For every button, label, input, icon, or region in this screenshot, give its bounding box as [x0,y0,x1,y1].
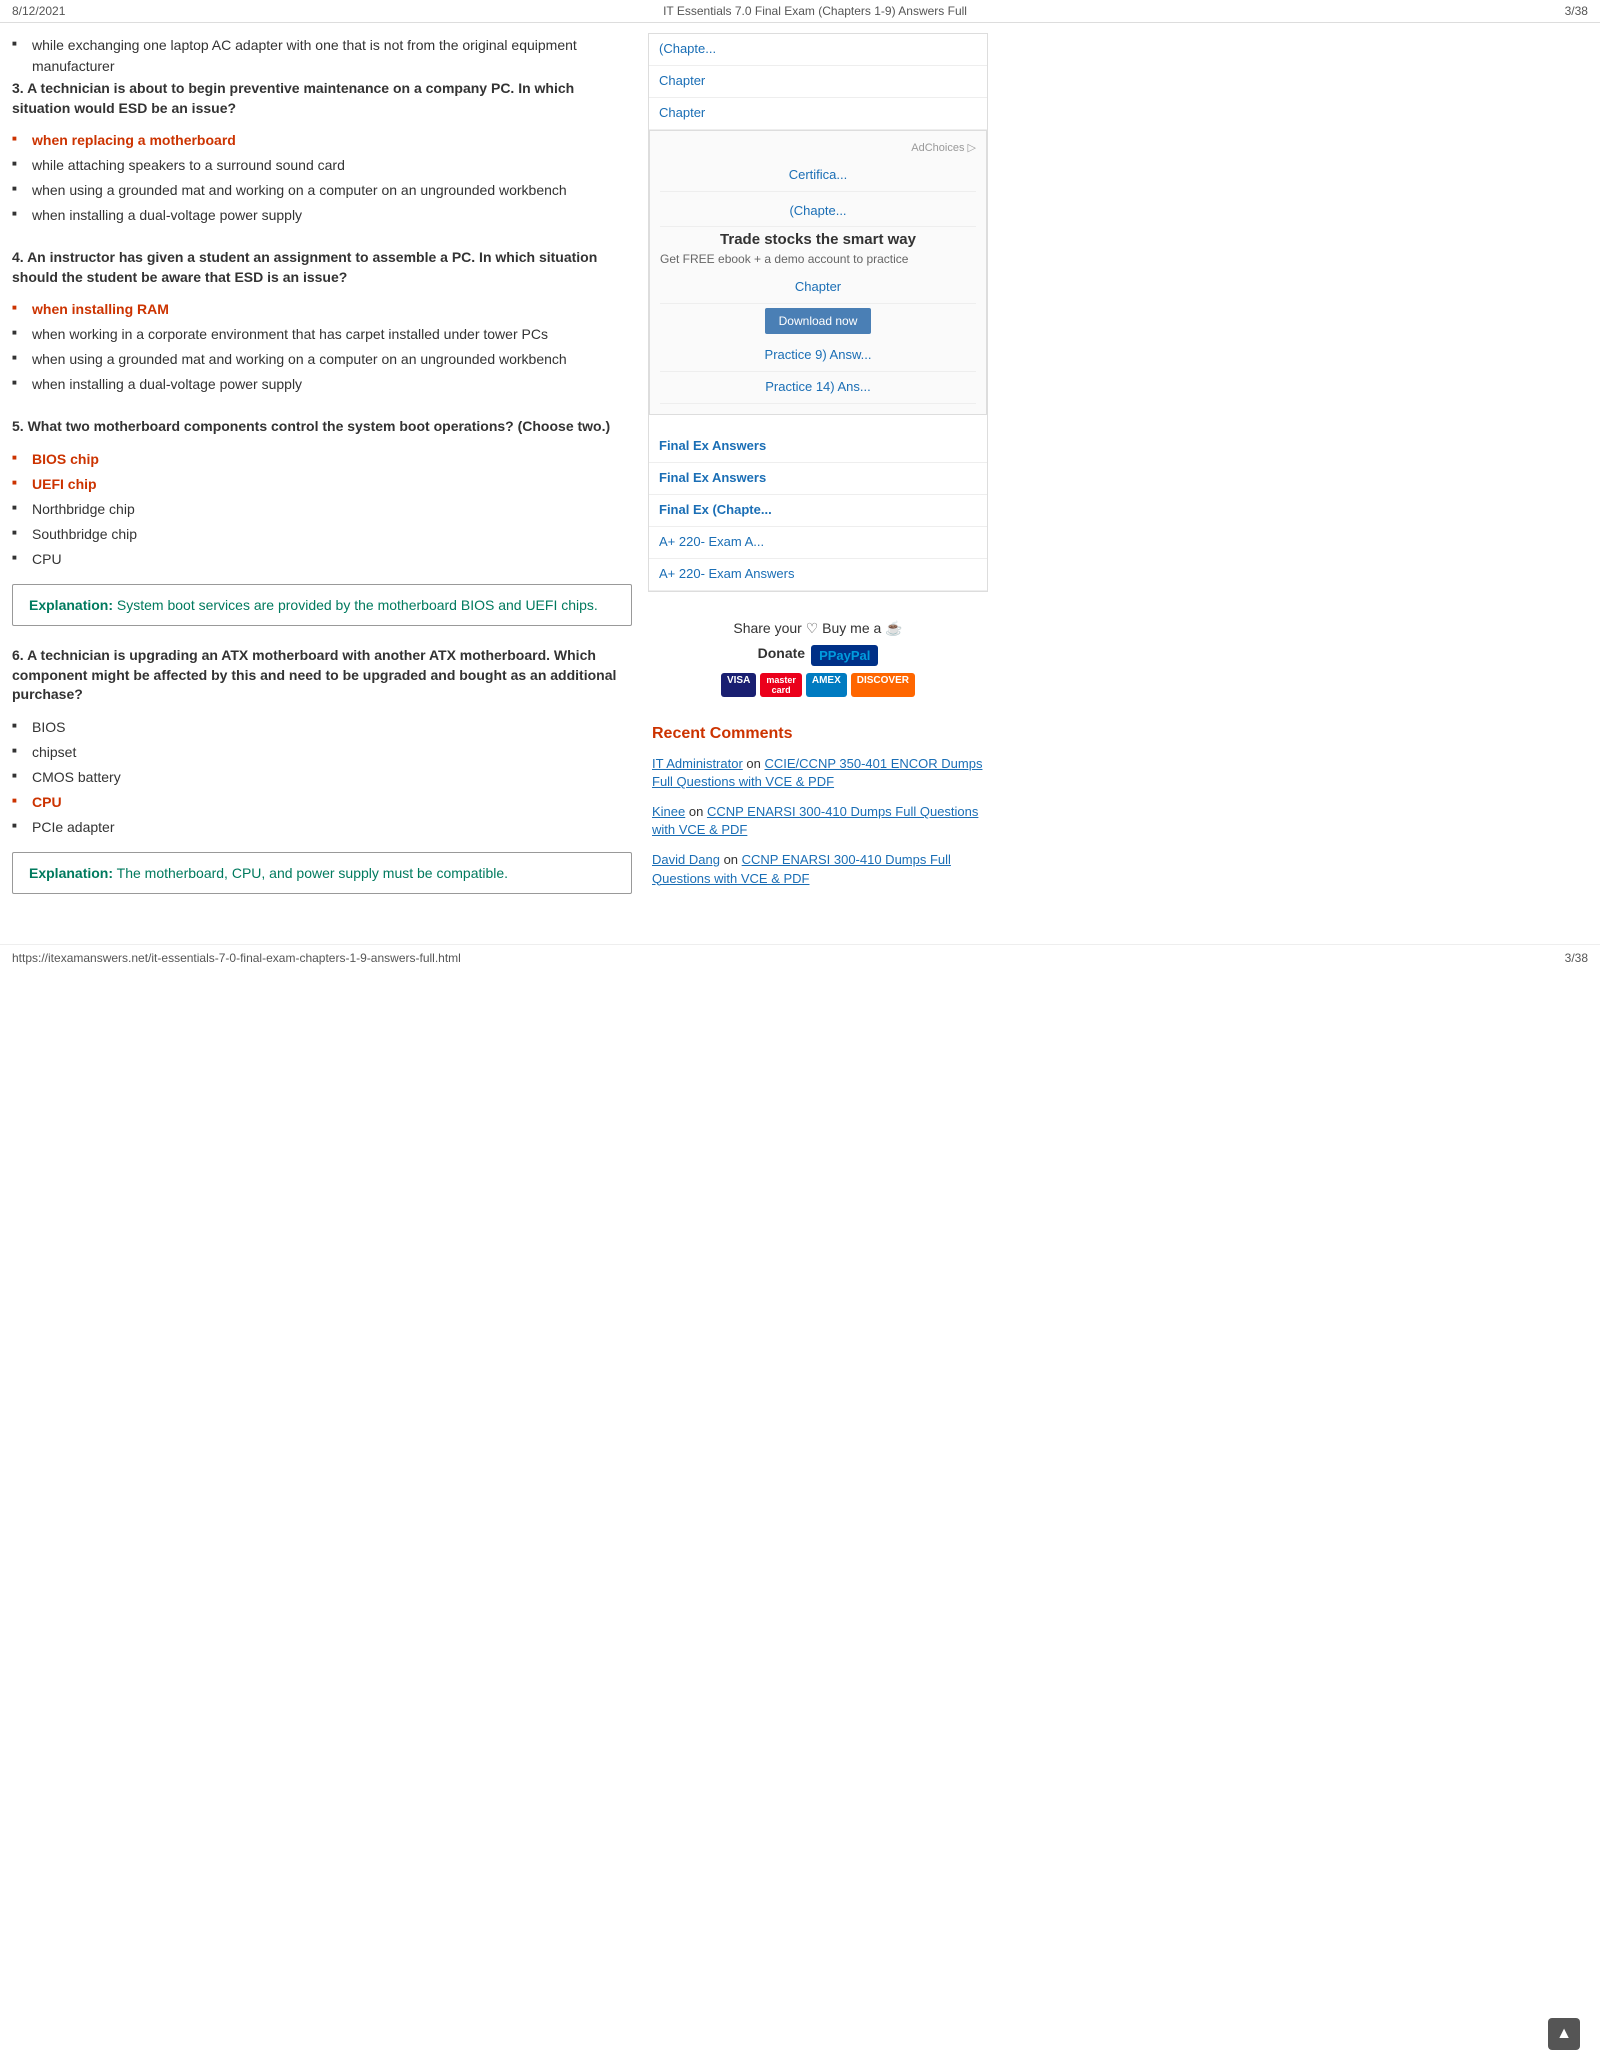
bottom-bar: https://itexamanswers.net/it-essentials-… [0,944,1600,971]
question-5: 5. What two motherboard components contr… [12,417,632,626]
visa-icon: VISA [721,673,756,697]
answer-6-5: PCIe adapter [12,815,632,840]
sidebar-link-11[interactable]: A+ 220- Exam A... [649,527,987,559]
explanation-6-label: Explanation: [29,865,113,881]
answer-3-2: while attaching speakers to a surround s… [12,153,632,178]
paypal-logo: PPayPal [811,645,878,666]
sidebar-link-3[interactable]: Certifica... [660,160,976,192]
question-3-answers: when replacing a motherboard while attac… [12,128,632,228]
recent-comments-heading: Recent Comments [652,725,984,743]
answer-6-1: BIOS [12,715,632,740]
intro-list: while exchanging one laptop AC adapter w… [12,33,632,79]
answer-6-2: chipset [12,740,632,765]
main-content: while exchanging one laptop AC adapter w… [12,33,632,914]
share-text: Share your ♡ Buy me a ☕ [648,620,988,637]
scroll-top-button[interactable]: ▲ [1548,2018,1580,2050]
explanation-5-text: System boot services are provided by the… [117,597,598,613]
answer-4-3: when using a grounded mat and working on… [12,347,632,372]
on-text-3: on [724,852,742,867]
commenter-3[interactable]: David Dang [652,852,720,867]
answer-4-4: when installing a dual-voltage power sup… [12,372,632,397]
commenter-1[interactable]: IT Administrator [652,756,743,771]
comment-2: Kinee on CCNP ENARSI 300-410 Dumps Full … [652,803,984,839]
question-4: 4. An instructor has given a student an … [12,248,632,397]
bottom-page: 3/38 [1565,951,1588,965]
answer-5-2: UEFI chip [12,472,632,497]
donate-label: Donate [758,645,805,661]
sidebar-link-12[interactable]: A+ 220- Exam Answers [649,559,987,591]
question-6: 6. A technician is upgrading an ATX moth… [12,646,632,894]
discover-icon: DISCOVER [851,673,915,697]
explanation-5-label: Explanation: [29,597,113,613]
sidebar-link-7[interactable]: Practice 14) Ans... [660,372,976,404]
question-6-text: 6. A technician is upgrading an ATX moth… [12,646,632,705]
answer-5-1: BIOS chip [12,447,632,472]
top-bar: 8/12/2021 IT Essentials 7.0 Final Exam (… [0,0,1600,23]
sidebar-link-0[interactable]: (Chapte... [649,34,987,66]
explanation-5: Explanation: System boot services are pr… [12,584,632,626]
answer-3-3: when using a grounded mat and working on… [12,178,632,203]
question-5-text: 5. What two motherboard components contr… [12,417,632,437]
mastercard-icon: mastercard [760,673,802,697]
question-4-text: 4. An instructor has given a student an … [12,248,632,287]
answer-6-4: CPU [12,790,632,815]
ad-box: AdChoices ▷ Certifica... (Chapte... Trad… [649,130,987,415]
question-5-answers: BIOS chip UEFI chip Northbridge chip Sou… [12,447,632,572]
commenter-2[interactable]: Kinee [652,804,685,819]
answer-5-5: CPU [12,547,632,572]
question-3-text: 3. A technician is about to begin preven… [12,79,632,118]
sidebar-link-5[interactable]: Chapter [660,272,976,304]
explanation-6: Explanation: The motherboard, CPU, and p… [12,852,632,894]
page-layout: while exchanging one laptop AC adapter w… [0,23,1600,924]
bottom-url: https://itexamanswers.net/it-essentials-… [12,951,461,965]
ad-body: Get FREE ebook + a demo account to pract… [660,252,976,266]
question-6-answers: BIOS chipset CMOS battery CPU PCIe adapt… [12,715,632,840]
sidebar: (Chapte... Chapter Chapter AdChoices ▷ C… [648,33,988,914]
top-date: 8/12/2021 [12,4,65,18]
answer-4-1: when installing RAM [12,297,632,322]
explanation-6-text: The motherboard, CPU, and power supply m… [117,865,508,881]
question-3: 3. A technician is about to begin preven… [12,79,632,228]
ad-label: AdChoices ▷ [660,141,976,154]
top-title: IT Essentials 7.0 Final Exam (Chapters 1… [663,4,967,18]
answer-4-2: when working in a corporate environment … [12,322,632,347]
comment-1: IT Administrator on CCIE/CCNP 350-401 EN… [652,755,984,791]
comment-3: David Dang on CCNP ENARSI 300-410 Dumps … [652,851,984,887]
sidebar-link-1[interactable]: Chapter [649,66,987,98]
ad-download-button[interactable]: Download now [765,308,872,334]
answer-6-3: CMOS battery [12,765,632,790]
answer-5-4: Southbridge chip [12,522,632,547]
sidebar-link-2[interactable]: Chapter [649,98,987,130]
on-text-2: on [689,804,707,819]
sidebar-link-4[interactable]: (Chapte... [660,196,976,228]
sidebar-link-6[interactable]: Practice 9) Answ... [660,340,976,372]
on-text-1: on [746,756,764,771]
donate-section: Share your ♡ Buy me a ☕ Donate PPayPal V… [648,608,988,709]
amex-icon: AMEX [806,673,847,697]
answer-3-1: when replacing a motherboard [12,128,632,153]
ad-choices-icon: ▷ [968,142,976,154]
top-page: 3/38 [1565,4,1588,18]
recent-comments: Recent Comments IT Administrator on CCIE… [648,725,988,888]
sidebar-nav: (Chapte... Chapter Chapter AdChoices ▷ C… [648,33,988,592]
answer-3-4: when installing a dual-voltage power sup… [12,203,632,228]
intro-bullet: while exchanging one laptop AC adapter w… [12,33,632,79]
sidebar-link-8[interactable]: Final Ex Answers [649,431,987,463]
card-icons: VISA mastercard AMEX DISCOVER [648,673,988,697]
sidebar-link-9[interactable]: Final Ex Answers [649,463,987,495]
sidebar-link-10[interactable]: Final Ex (Chapte... [649,495,987,527]
ad-title: Trade stocks the smart way [660,231,976,248]
question-4-answers: when installing RAM when working in a co… [12,297,632,397]
answer-5-3: Northbridge chip [12,497,632,522]
